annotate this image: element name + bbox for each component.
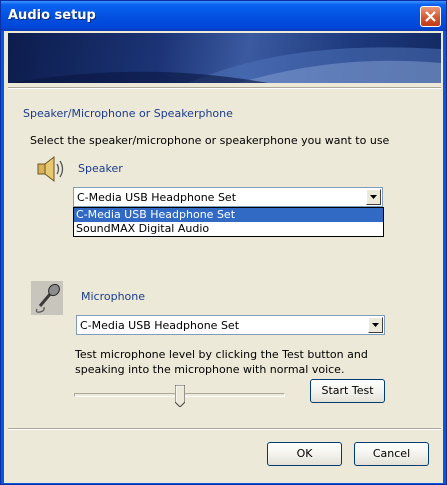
test-instruction-text: Test microphone level by clicking the Te…: [75, 348, 368, 376]
instruction-text: Select the speaker/microphone or speaker…: [30, 134, 390, 147]
cancel-button-label: Cancel: [372, 447, 411, 460]
header-banner: [8, 33, 441, 83]
close-icon: [425, 11, 436, 22]
ok-button-label: OK: [296, 447, 313, 460]
chevron-down-icon: [370, 195, 377, 199]
audio-setup-window: Audio setup Speaker/Microphone or Speake…: [0, 0, 447, 485]
cancel-button[interactable]: Cancel: [354, 442, 429, 466]
microphone-icon: [31, 281, 63, 315]
mic-level-slider-thumb[interactable]: [174, 384, 186, 408]
footer-separator: [8, 428, 441, 430]
speaker-select[interactable]: C-Media USB Headphone Set: [73, 187, 383, 207]
chevron-down-icon: [372, 323, 379, 327]
speaker-label: Speaker: [78, 162, 123, 175]
microphone-label: Microphone: [81, 290, 146, 303]
speaker-dropdown-list: C-Media USB Headphone Set SoundMAX Digit…: [73, 207, 384, 237]
microphone-select[interactable]: C-Media USB Headphone Set: [76, 315, 385, 335]
section-title: Speaker/Microphone or Speakerphone: [23, 107, 233, 120]
title-bar[interactable]: Audio setup: [1, 1, 446, 31]
start-test-button-label: Start Test: [321, 384, 374, 397]
dialog-body: Speaker/Microphone or Speakerphone Selec…: [4, 31, 443, 483]
microphone-select-value: C-Media USB Headphone Set: [80, 319, 240, 332]
microphone-dropdown-button[interactable]: [368, 317, 383, 333]
speaker-option-cmedia[interactable]: C-Media USB Headphone Set: [74, 208, 383, 222]
speaker-dropdown-button[interactable]: [366, 189, 381, 205]
speaker-option-soundmax[interactable]: SoundMAX Digital Audio: [74, 222, 383, 236]
window-title: Audio setup: [8, 8, 96, 23]
start-test-button[interactable]: Start Test: [310, 379, 385, 403]
banner-separator: [8, 87, 441, 89]
speaker-select-value: C-Media USB Headphone Set: [77, 191, 237, 204]
close-button[interactable]: [420, 6, 441, 27]
ok-button[interactable]: OK: [267, 442, 342, 466]
speaker-icon: [35, 153, 67, 185]
